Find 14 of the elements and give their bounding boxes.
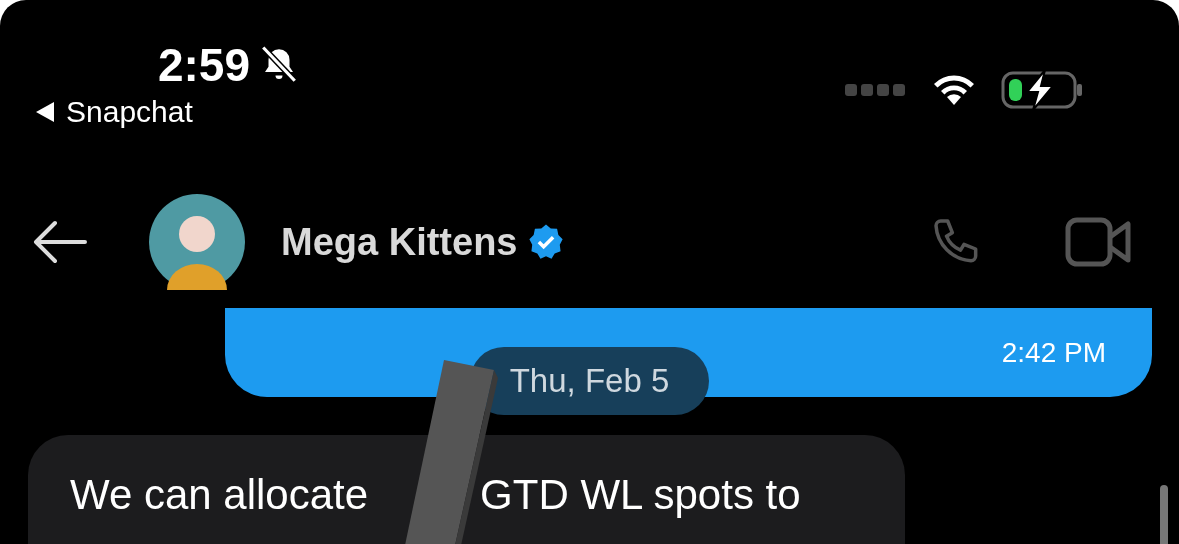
signal-dots-icon bbox=[845, 83, 907, 97]
back-arrow-icon[interactable] bbox=[33, 220, 87, 264]
message-time: 2:42 PM bbox=[1001, 337, 1106, 369]
message-text: We can allocate bbox=[70, 471, 369, 519]
wifi-icon bbox=[933, 74, 975, 106]
triangle-icon bbox=[36, 102, 54, 122]
avatar[interactable] bbox=[149, 194, 245, 290]
clock-time: 2:59 bbox=[157, 40, 250, 90]
message-text: GTD WL spots to bbox=[480, 471, 801, 519]
video-camera-icon[interactable] bbox=[1065, 217, 1131, 267]
back-to-app-link[interactable]: Snapchat bbox=[36, 94, 193, 130]
battery-charging-icon bbox=[1001, 69, 1083, 111]
contact-name[interactable]: Mega Kittens bbox=[281, 220, 518, 264]
scrollbar[interactable] bbox=[1160, 485, 1168, 544]
